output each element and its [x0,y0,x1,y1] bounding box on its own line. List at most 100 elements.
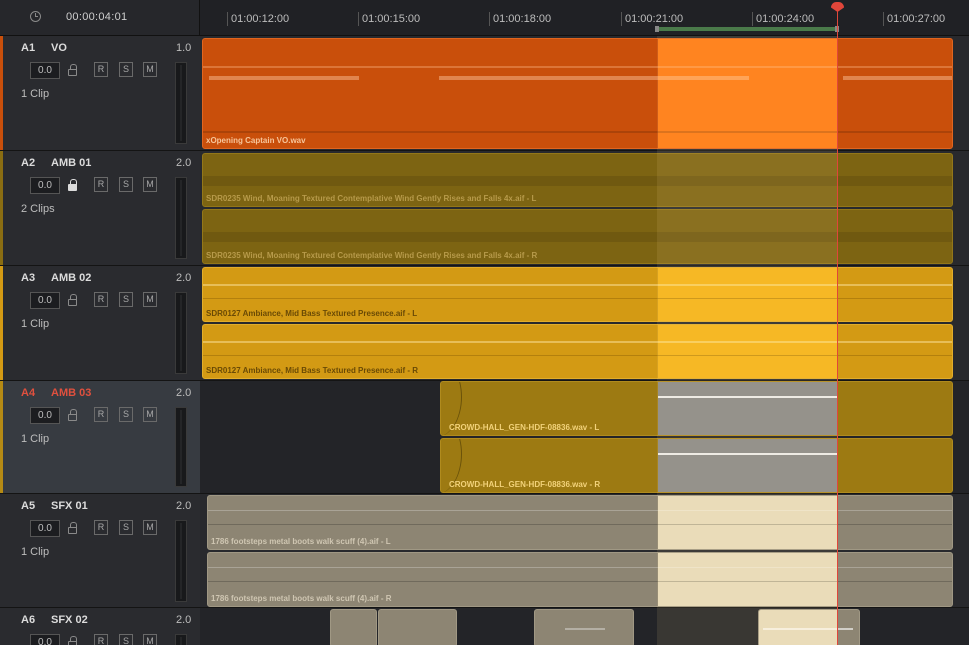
ruler-tick: 01:00:15:00 [358,12,420,26]
solo-button[interactable]: S [119,292,133,307]
timeline-ruler[interactable]: 01:00:12:00 01:00:15:00 01:00:18:00 01:0… [200,0,969,36]
lock-icon[interactable] [68,64,77,76]
track-number: A3 [21,272,36,284]
record-button[interactable]: R [94,634,108,645]
clip-name: xOpening Captain VO.wav [206,136,306,145]
track-number: A5 [21,500,36,512]
audio-clip[interactable]: CROWD-HALL_GEN-HDF-08836.wav - L [440,381,953,436]
record-button[interactable]: R [94,520,108,535]
mute-button[interactable]: M [143,292,157,307]
track-volume-field[interactable]: 0.0 [30,292,60,309]
track-name[interactable]: VO [51,42,67,54]
ruler-tick: 01:00:18:00 [489,12,551,26]
clip-name: CROWD-HALL_GEN-HDF-08836.wav - L [449,423,600,432]
track-volume-field[interactable]: 0.0 [30,62,60,79]
track-volume-field[interactable]: 0.0 [30,520,60,537]
track-number: A1 [21,42,36,54]
audio-clip[interactable]: SDR0127 Ambiance, Mid Bass Textured Pres… [202,324,953,379]
solo-button[interactable]: S [119,634,133,645]
track-channels: 2.0 [176,387,192,399]
lock-icon[interactable] [68,636,77,645]
track-lane-a3[interactable]: SDR0127 Ambiance, Mid Bass Textured Pres… [200,266,969,381]
record-button[interactable]: R [94,292,108,307]
mute-button[interactable]: M [143,177,157,192]
audio-meter [175,62,187,144]
track-lane-a6[interactable] [200,608,969,645]
audio-meter [175,520,187,602]
track-name[interactable]: AMB 01 [51,157,91,169]
clip-count: 1 Clip [21,318,50,330]
mute-button[interactable]: M [143,520,157,535]
track-name[interactable]: SFX 01 [51,500,88,512]
waveform [203,341,952,343]
audio-clip[interactable]: 1786 footsteps metal boots walk scuff (4… [207,552,953,607]
track-header-a2[interactable]: A2 AMB 01 2.0 0.0 R S M 2 Clips [0,151,200,266]
track-lane-a5[interactable]: 1786 footsteps metal boots walk scuff (4… [200,494,969,608]
waveform-baseline [208,581,952,582]
lock-icon[interactable] [68,179,77,191]
solo-button[interactable]: S [119,520,133,535]
lock-icon[interactable] [68,522,77,534]
mute-button[interactable]: M [143,407,157,422]
track-lane-a1[interactable]: xOpening Captain VO.wav [200,36,969,151]
track-volume-field[interactable]: 0.0 [30,177,60,194]
track-header-a1[interactable]: A1 VO 1.0 0.0 R S M 1 Clip [0,36,200,151]
audio-clip[interactable]: SDR0235 Wind, Moaning Textured Contempla… [202,209,953,264]
track-lane-a4[interactable]: CROWD-HALL_GEN-HDF-08836.wav - L CROWD-H… [200,381,969,494]
track-header-a3[interactable]: A3 AMB 02 2.0 0.0 R S M 1 Clip [0,266,200,381]
audio-meter [175,177,187,259]
solo-button[interactable]: S [119,177,133,192]
track-name[interactable]: AMB 02 [51,272,91,284]
audio-clip[interactable]: xOpening Captain VO.wav [202,38,953,149]
clock-icon[interactable] [30,11,41,22]
track-color-accent [0,381,3,493]
audio-meter [175,292,187,374]
ruler-tick: 01:00:24:00 [752,12,814,26]
waveform-baseline [203,131,952,133]
record-button[interactable]: R [94,407,108,422]
record-button[interactable]: R [94,177,108,192]
track-number: A4 [21,387,36,399]
track-volume-field[interactable]: 0.0 [30,634,60,645]
mute-button[interactable]: M [143,634,157,645]
audio-clip[interactable]: CROWD-HALL_GEN-HDF-08836.wav - R [440,438,953,493]
lock-icon[interactable] [68,294,77,306]
track-header-a4[interactable]: A4 AMB 03 2.0 0.0 R S M 1 Clip [0,381,200,494]
audio-clip[interactable] [758,609,860,645]
ruler-tick: 01:00:12:00 [227,12,289,26]
waveform [843,76,952,80]
audio-clip[interactable]: SDR0235 Wind, Moaning Textured Contempla… [202,153,953,207]
solo-button[interactable]: S [119,407,133,422]
playhead-line[interactable] [837,8,838,645]
track-number: A2 [21,157,36,169]
track-color-accent [0,266,3,380]
audio-clip[interactable] [534,609,634,645]
track-name[interactable]: AMB 03 [51,387,91,399]
track-header-a5[interactable]: A5 SFX 01 2.0 0.0 R S M 1 Clip [0,494,200,608]
waveform [208,510,952,511]
audio-clip[interactable]: SDR0127 Ambiance, Mid Bass Textured Pres… [202,267,953,322]
mute-button[interactable]: M [143,62,157,77]
audio-clip[interactable]: 1786 footsteps metal boots walk scuff (4… [207,495,953,550]
clip-name: 1786 footsteps metal boots walk scuff (4… [211,537,391,546]
timeline-window: 00:00:04:01 01:00:12:00 01:00:15:00 01:0… [0,0,969,645]
waveform [658,396,838,398]
audio-clip[interactable] [378,609,457,645]
record-button[interactable]: R [94,62,108,77]
clip-count: 1 Clip [21,433,50,445]
clip-count: 1 Clip [21,546,50,558]
range-in-marker[interactable] [655,26,659,32]
in-out-range-bar[interactable] [655,26,839,32]
track-lane-a2[interactable]: SDR0235 Wind, Moaning Textured Contempla… [200,151,969,266]
track-volume-field[interactable]: 0.0 [30,407,60,424]
clip-name: SDR0235 Wind, Moaning Textured Contempla… [206,194,537,203]
clip-name: 1786 footsteps metal boots walk scuff (4… [211,594,392,603]
solo-button[interactable]: S [119,62,133,77]
track-header-a6[interactable]: A6 SFX 02 2.0 0.0 R S M [0,608,200,645]
current-timecode[interactable]: 00:00:04:01 [66,11,127,23]
audio-clip[interactable] [330,609,377,645]
track-name[interactable]: SFX 02 [51,614,88,626]
ruler-tick: 01:00:21:00 [621,12,683,26]
lock-icon[interactable] [68,409,77,421]
waveform [203,176,952,186]
